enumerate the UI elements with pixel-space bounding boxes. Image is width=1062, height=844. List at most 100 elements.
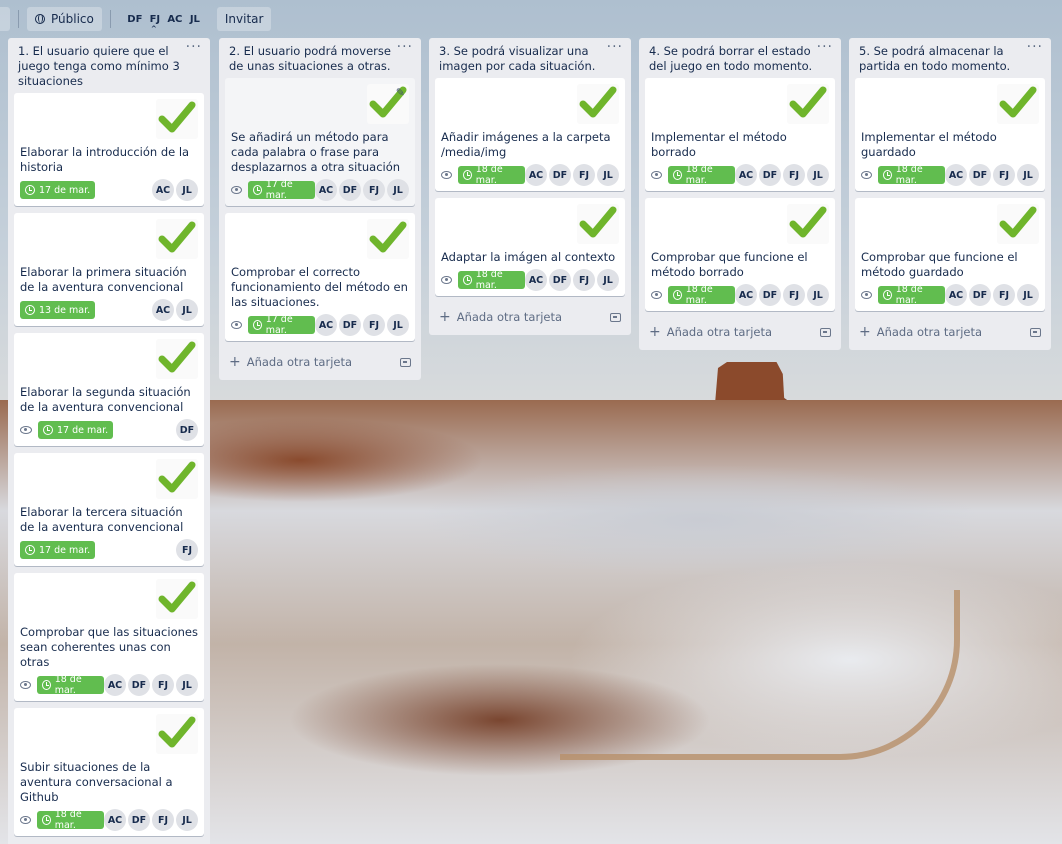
- member-avatar[interactable]: DF: [759, 164, 781, 186]
- member-avatar[interactable]: JL: [176, 809, 198, 831]
- due-date-badge[interactable]: 17 de mar.: [20, 541, 96, 559]
- due-date-badge[interactable]: 18 de mar.: [36, 674, 104, 696]
- card[interactable]: Añadir imágenes a la carpeta /media/img 1…: [435, 78, 625, 191]
- card[interactable]: Implementar el método borrado 18 de mar. A…: [645, 78, 835, 191]
- ellipsis-icon[interactable]: ···: [397, 40, 413, 55]
- due-date-badge[interactable]: 18 de mar.: [877, 284, 945, 306]
- list-title[interactable]: 2. El usuario podrá moverse de unas situ…: [229, 44, 391, 73]
- card[interactable]: Comprobar que funcione el método guardad…: [855, 198, 1045, 311]
- card[interactable]: Elaborar la tercera situación de la aven…: [14, 453, 204, 566]
- member-avatar[interactable]: DF: [125, 9, 145, 29]
- member-avatar[interactable]: JL: [807, 164, 829, 186]
- member-avatar[interactable]: JL: [1017, 164, 1039, 186]
- member-avatar[interactable]: FJ: [363, 179, 385, 201]
- member-avatar[interactable]: DF: [128, 809, 150, 831]
- card-template-icon[interactable]: [610, 312, 621, 322]
- add-card-button[interactable]: + Añada otra tarjeta: [859, 324, 982, 340]
- member-avatar[interactable]: FJ: [152, 809, 174, 831]
- list-header[interactable]: 3. Se podrá visualizar una imagen por ca…: [429, 38, 631, 78]
- member-avatar[interactable]: JL: [387, 179, 409, 201]
- list-header[interactable]: 1. El usuario quiere que el juego tenga …: [8, 38, 210, 93]
- due-date-badge[interactable]: 17 de mar.: [247, 179, 315, 201]
- list-2[interactable]: 2. El usuario podrá moverse de unas situ…: [219, 38, 421, 380]
- due-date-badge[interactable]: 18 de mar.: [457, 164, 525, 186]
- member-avatar[interactable]: DF: [339, 314, 361, 336]
- member-avatar[interactable]: AC: [945, 284, 967, 306]
- card[interactable]: Comprobar el correcto funcionamiento del…: [225, 213, 415, 341]
- ellipsis-icon[interactable]: ···: [607, 40, 623, 55]
- list-title[interactable]: 4. Se podrá borrar el estado del juego e…: [649, 44, 812, 73]
- member-avatar[interactable]: DF: [128, 674, 150, 696]
- card-template-icon[interactable]: [400, 357, 411, 367]
- list-5[interactable]: 5. Se podrá almacenar la partida en todo…: [849, 38, 1051, 350]
- card-template-icon[interactable]: [820, 327, 831, 337]
- due-date-badge[interactable]: 18 de mar.: [667, 284, 735, 306]
- due-date-badge[interactable]: 17 de mar.: [38, 421, 114, 439]
- card[interactable]: Comprobar que las situaciones sean coher…: [14, 573, 204, 701]
- list-3[interactable]: 3. Se podrá visualizar una imagen por ca…: [429, 38, 631, 335]
- card[interactable]: Subir situaciones de la aventura convers…: [14, 708, 204, 836]
- card[interactable]: Elaborar la primera situación de la aven…: [14, 213, 204, 326]
- pencil-icon[interactable]: ✎: [396, 86, 405, 99]
- card[interactable]: Implementar el método guardado 18 de mar.…: [855, 78, 1045, 191]
- due-date-badge[interactable]: 13 de mar.: [20, 301, 96, 319]
- due-date-badge[interactable]: 18 de mar.: [36, 809, 104, 831]
- member-avatar[interactable]: JL: [597, 269, 619, 291]
- member-avatar[interactable]: JL: [1017, 284, 1039, 306]
- card[interactable]: Elaborar la introducción de la historia 1…: [14, 93, 204, 206]
- member-avatar[interactable]: DF: [969, 164, 991, 186]
- card[interactable]: Elaborar la segunda situación de la aven…: [14, 333, 204, 446]
- member-avatar[interactable]: DF: [176, 419, 198, 441]
- member-avatar[interactable]: AC: [735, 284, 757, 306]
- board-header-left-button[interactable]: [0, 7, 10, 31]
- list-4[interactable]: 4. Se podrá borrar el estado del juego e…: [639, 38, 841, 350]
- member-avatar[interactable]: DF: [549, 164, 571, 186]
- list-1[interactable]: 1. El usuario quiere que el juego tenga …: [8, 38, 210, 844]
- list-title[interactable]: 1. El usuario quiere que el juego tenga …: [18, 44, 180, 88]
- member-avatar[interactable]: FJ: [783, 164, 805, 186]
- member-avatar[interactable]: AC: [152, 179, 174, 201]
- member-avatar[interactable]: JL: [176, 179, 198, 201]
- add-card-button[interactable]: + Añada otra tarjeta: [649, 324, 772, 340]
- list-header[interactable]: 4. Se podrá borrar el estado del juego e…: [639, 38, 841, 78]
- member-avatar[interactable]: AC: [315, 179, 337, 201]
- member-avatar[interactable]: AC: [152, 299, 174, 321]
- member-avatar[interactable]: JL: [176, 299, 198, 321]
- card[interactable]: ✎ Se añadirá un método para cada palabra …: [225, 78, 415, 206]
- member-avatar[interactable]: FJ: [783, 284, 805, 306]
- add-card-button[interactable]: + Añada otra tarjeta: [229, 354, 352, 370]
- member-avatar[interactable]: JL: [807, 284, 829, 306]
- member-avatar[interactable]: JL: [185, 9, 205, 29]
- list-header[interactable]: 2. El usuario podrá moverse de unas situ…: [219, 38, 421, 78]
- invite-button[interactable]: Invitar: [216, 7, 272, 31]
- member-avatar[interactable]: FJ ^: [145, 9, 165, 34]
- member-avatar[interactable]: FJ: [993, 164, 1015, 186]
- due-date-badge[interactable]: 17 de mar.: [20, 181, 96, 199]
- ellipsis-icon[interactable]: ···: [186, 40, 202, 55]
- member-avatar[interactable]: JL: [597, 164, 619, 186]
- member-avatar[interactable]: DF: [759, 284, 781, 306]
- member-avatar[interactable]: AC: [104, 809, 126, 831]
- card[interactable]: Adaptar la imágen al contexto 18 de mar. A…: [435, 198, 625, 296]
- member-avatar[interactable]: FJ: [176, 539, 198, 561]
- member-avatar[interactable]: AC: [945, 164, 967, 186]
- card-template-icon[interactable]: [1030, 327, 1041, 337]
- add-card-button[interactable]: + Añada otra tarjeta: [439, 309, 562, 325]
- due-date-badge[interactable]: 18 de mar.: [667, 164, 735, 186]
- ellipsis-icon[interactable]: ···: [817, 40, 833, 55]
- member-avatar[interactable]: AC: [165, 9, 185, 29]
- member-avatar[interactable]: FJ: [152, 674, 174, 696]
- member-avatar[interactable]: DF: [339, 179, 361, 201]
- member-avatar[interactable]: AC: [315, 314, 337, 336]
- list-header[interactable]: 5. Se podrá almacenar la partida en todo…: [849, 38, 1051, 78]
- member-avatar[interactable]: AC: [104, 674, 126, 696]
- list-title[interactable]: 5. Se podrá almacenar la partida en todo…: [859, 44, 1010, 73]
- member-avatar[interactable]: DF: [549, 269, 571, 291]
- member-avatar[interactable]: AC: [525, 164, 547, 186]
- list-title[interactable]: 3. Se podrá visualizar una imagen por ca…: [439, 44, 595, 73]
- due-date-badge[interactable]: 17 de mar.: [247, 314, 315, 336]
- ellipsis-icon[interactable]: ···: [1027, 40, 1043, 55]
- due-date-badge[interactable]: 18 de mar.: [457, 269, 525, 291]
- due-date-badge[interactable]: 18 de mar.: [877, 164, 945, 186]
- member-avatar[interactable]: FJ: [363, 314, 385, 336]
